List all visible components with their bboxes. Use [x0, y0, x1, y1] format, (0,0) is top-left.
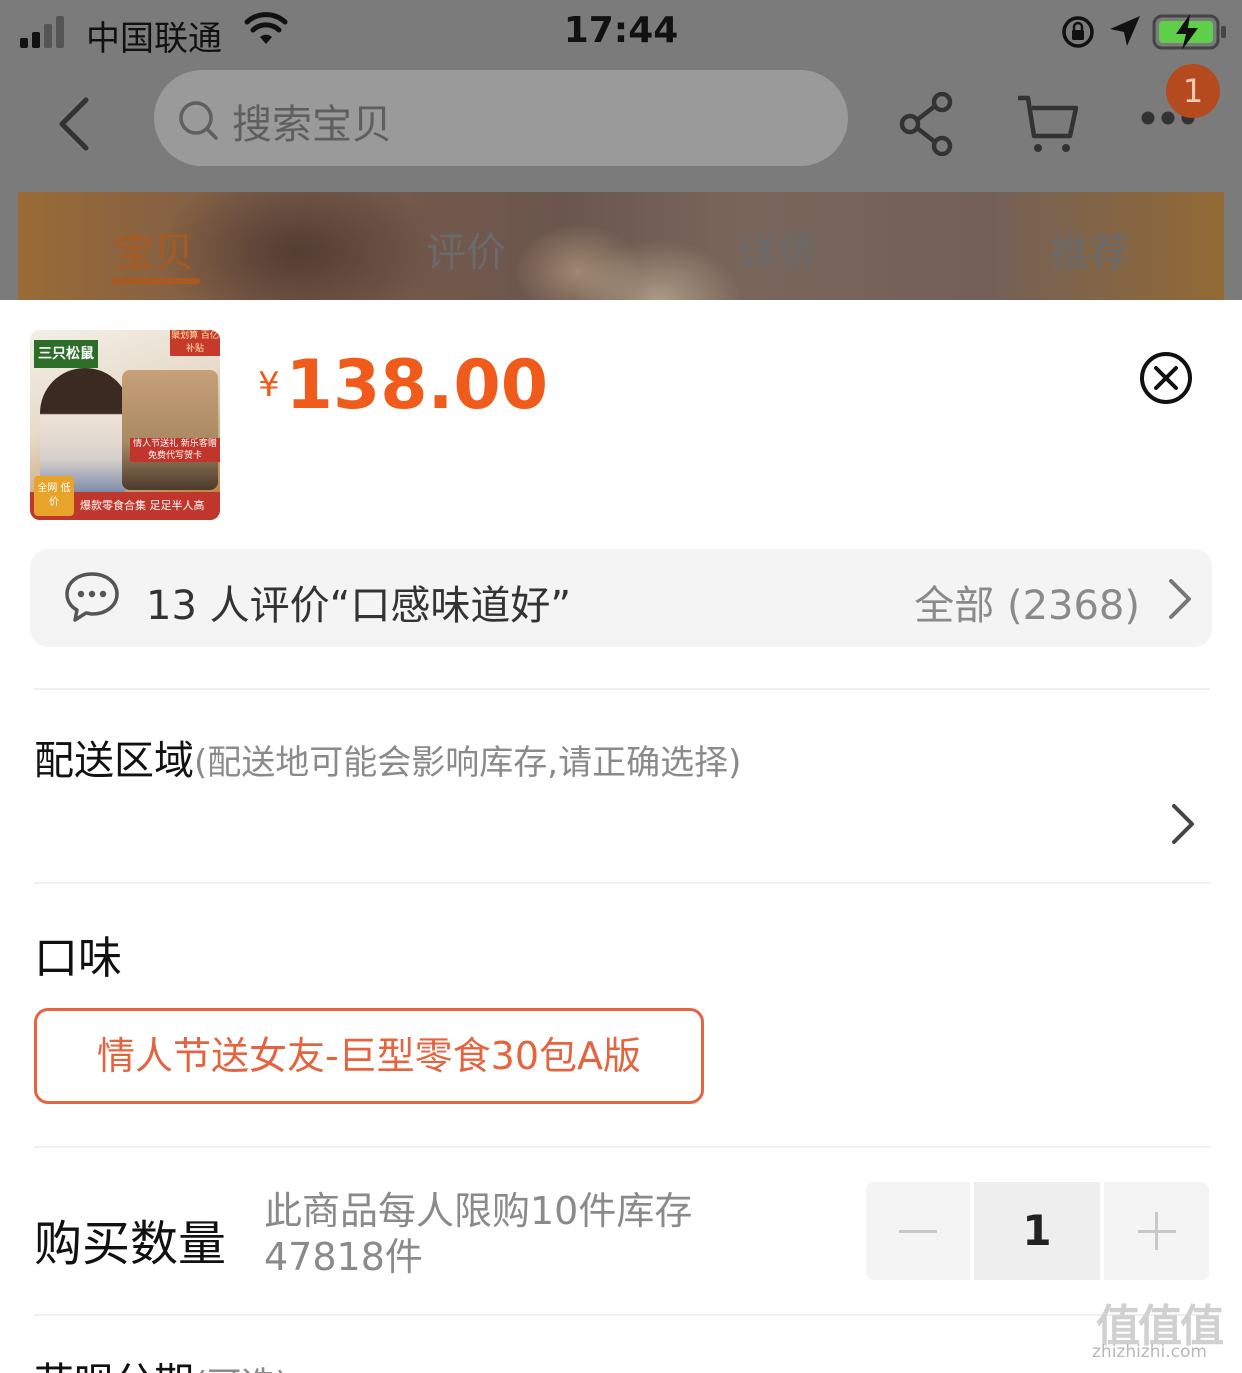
divider: [34, 688, 1210, 690]
battery-charging-icon: [1152, 14, 1226, 50]
divider: [34, 1314, 1210, 1316]
quantity-value[interactable]: 1: [974, 1182, 1100, 1280]
installment-row[interactable]: 花呗分期(可选): [34, 1350, 289, 1373]
clock: 17:44: [563, 10, 679, 51]
active-tab-indicator: [112, 278, 200, 284]
tab-reviews[interactable]: 评价: [426, 220, 506, 278]
product-thumbnail[interactable]: 三只松鼠 聚划算 百亿补贴 情人节送礼 新乐客赠 免费代写贺卡 爆款零食合集 足…: [30, 330, 220, 520]
thumb-bag-label: 情人节送礼 新乐客赠 免费代写贺卡: [130, 438, 220, 462]
tab-item[interactable]: 宝贝: [114, 220, 194, 278]
tab-recommend[interactable]: 推荐: [1050, 220, 1130, 278]
installment-title: 花呗分期: [34, 1360, 194, 1373]
search-icon: [179, 101, 218, 140]
tab-details[interactable]: 详情: [738, 220, 818, 278]
delivery-area-title: 配送区域: [34, 738, 194, 784]
quantity-title: 购买数量: [34, 1216, 227, 1272]
section-tabs: 宝贝 评价 详情 推荐: [0, 192, 1242, 300]
currency-symbol: ¥: [258, 365, 280, 405]
status-bar: 中国联通 17:44: [0, 0, 1242, 64]
installment-hint: (可选): [194, 1365, 289, 1373]
chevron-right-icon[interactable]: [1168, 802, 1198, 846]
rotation-lock-icon: [1062, 16, 1094, 48]
cart-icon[interactable]: [1016, 92, 1080, 156]
background-page: 中国联通 17:44 搜索宝贝 1 宝贝 评价 详情 推荐: [0, 0, 1242, 300]
divider: [34, 882, 1210, 884]
top-nav: 搜索宝贝 1: [0, 64, 1242, 192]
back-arrow-icon[interactable]: [52, 96, 100, 152]
site-watermark: 值值值 zhizhizhi.com: [1090, 1290, 1240, 1370]
location-arrow-icon: [1110, 16, 1140, 46]
review-summary-bar[interactable]: 13 人评价“口感味道好” 全部 (2368): [30, 549, 1212, 647]
delivery-area-hint: (配送地可能会影响库存,请正确选择): [194, 743, 742, 783]
all-reviews-count: 全部 (2368): [914, 583, 1140, 629]
thumb-low-price-tag: 全网 低价: [34, 476, 74, 516]
purchase-limit-text: 此商品每人限购10件库存47818件: [264, 1189, 693, 1279]
sku-selection-sheet: 三只松鼠 聚划算 百亿补贴 情人节送礼 新乐客赠 免费代写贺卡 爆款零食合集 足…: [0, 300, 1242, 1373]
price: ¥138.00: [258, 346, 548, 425]
thumb-snack-bag: [122, 370, 218, 490]
divider: [34, 1146, 1210, 1148]
close-icon[interactable]: [1138, 350, 1194, 406]
review-highlight-text: 13 人评价“口感味道好”: [146, 583, 572, 629]
notification-badge: 1: [1166, 64, 1220, 118]
increase-button[interactable]: [1104, 1182, 1209, 1280]
chat-bubble-icon: [65, 572, 119, 622]
search-input[interactable]: 搜索宝贝: [154, 70, 848, 166]
thumb-subsidy-tag: 聚划算 百亿补贴: [170, 330, 220, 356]
search-placeholder: 搜索宝贝: [232, 102, 392, 148]
decrease-button[interactable]: [866, 1182, 970, 1280]
flavor-title: 口味: [34, 933, 122, 984]
chevron-right-icon: [1169, 579, 1191, 619]
share-icon[interactable]: [898, 92, 958, 156]
price-value: 138.00: [285, 346, 549, 425]
thumb-brand-logo: 三只松鼠: [34, 340, 98, 368]
delivery-area-row[interactable]: 配送区域(配送地可能会影响库存,请正确选择): [34, 728, 741, 786]
flavor-option-selected[interactable]: 情人节送女友-巨型零食30包A版: [34, 1008, 704, 1104]
watermark-url: zhizhizhi.com: [1092, 1342, 1207, 1362]
quantity-stepper: 1: [866, 1182, 1209, 1280]
